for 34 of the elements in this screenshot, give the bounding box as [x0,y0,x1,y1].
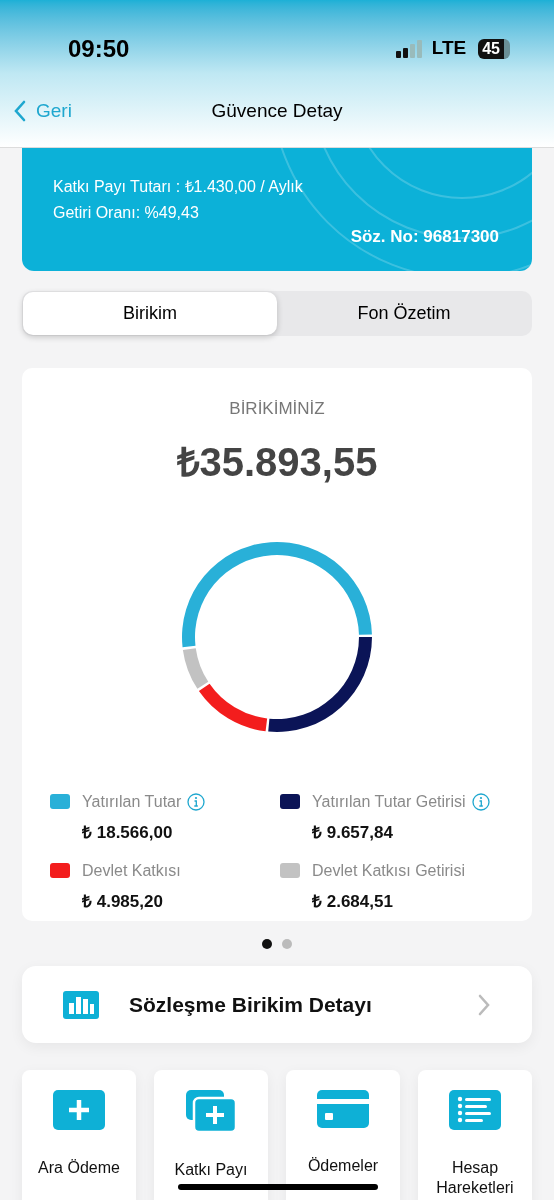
battery-indicator: 45 [478,38,510,59]
contract-info-text: Katkı Payı Tutarı : ₺1.430,00 / Aylık [53,177,304,197]
plus-icon [53,1090,105,1130]
page-title: Güvence Detay [211,98,343,123]
action-tile[interactable]: Ara Ödeme [22,1070,136,1200]
legend-label: Yatırılan Tutar Getirisi [312,791,466,812]
action-tile[interactable]: Ödemeler [286,1070,400,1200]
contract-number: Söz. No: 96817300 [349,226,499,248]
segment-tab[interactable]: Fon Özetim [277,292,531,335]
signal-icon [395,39,424,58]
action-tile[interactable]: Hesap Hareketleri [418,1070,532,1200]
savings-total: ₺35.893,55 [176,438,378,486]
back-chevron-icon [14,100,26,122]
segment-tab[interactable]: Birikim [23,292,277,335]
credit-card-icon [317,1090,369,1128]
detail-row[interactable]: Sözleşme Birikim Detayı [22,966,532,1043]
stacked-cards-plus-icon [186,1090,236,1132]
legend-value: ₺ 9.657,84 [312,821,394,844]
legend-label: Devlet Katkısı Getirisi [312,861,465,881]
info-icon[interactable] [187,792,206,811]
legend-label: Yatırılan Tutar [82,791,182,812]
bar-chart-icon [63,990,99,1019]
network-label: LTE [431,36,467,61]
status-time: 09:50 [68,33,130,64]
action-tile[interactable]: Katkı Payı [154,1070,268,1200]
info-icon[interactable] [471,792,490,811]
contract-info-text: Getiri Oranı: %49,43 [53,203,200,223]
legend-label: Devlet Katkısı [82,861,181,881]
legend-value: ₺ 18.566,00 [82,821,174,844]
legend-value: ₺ 2.684,51 [312,891,394,913]
legend-value: ₺ 4.985,20 [82,891,164,913]
savings-label: BİRİKİMİNİZ [229,398,325,420]
chevron-right-icon [477,992,491,1017]
list-icon [449,1090,501,1130]
